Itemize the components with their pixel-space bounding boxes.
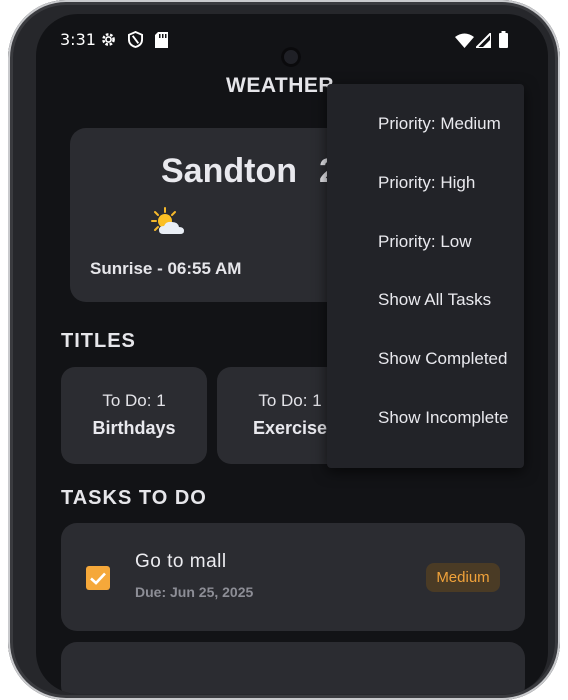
task-card[interactable] (61, 642, 525, 694)
signal-icon (473, 30, 492, 53)
city-name: Sandton (161, 152, 297, 190)
title-card-todo-count: To Do: 1 (102, 391, 166, 410)
tasks-heading: TASKS TO DO (61, 487, 207, 509)
app-screen: 3:31 WEATHER Sandton 2 (36, 14, 548, 694)
filter-dropdown-menu: Priority: Medium Priority: High Priority… (327, 84, 524, 468)
wifi-icon (455, 33, 474, 53)
menu-item-show-completed[interactable]: Show Completed (378, 349, 507, 369)
task-due-date: Due: Jun 25, 2025 (135, 584, 254, 600)
title-card-birthdays[interactable]: To Do: 1 Birthdays (61, 367, 207, 464)
menu-item-priority-high[interactable]: Priority: High (378, 173, 475, 193)
gear-icon (100, 31, 117, 53)
menu-item-priority-medium[interactable]: Priority: Medium (378, 114, 501, 134)
front-camera (281, 47, 301, 67)
task-name: Go to mall (135, 551, 227, 572)
priority-badge: Medium (426, 563, 500, 592)
menu-item-priority-low[interactable]: Priority: Low (378, 232, 472, 252)
title-card-name: Birthdays (92, 418, 176, 438)
sunrise-time: Sunrise - 06:55 AM (90, 259, 242, 278)
sd-card-icon (155, 32, 168, 53)
task-checkbox[interactable] (86, 566, 110, 590)
status-time: 3:31 (60, 30, 96, 49)
titles-heading: TITLES (61, 330, 136, 352)
sun-behind-cloud-icon (151, 207, 185, 242)
phone-frame: 3:31 WEATHER Sandton 2 (8, 0, 560, 700)
shield-icon (128, 30, 143, 53)
battery-icon (499, 31, 508, 53)
checkmark-icon (90, 572, 106, 585)
menu-item-show-all-tasks[interactable]: Show All Tasks (378, 290, 491, 310)
task-card[interactable]: Go to mall Due: Jun 25, 2025 Medium (61, 523, 525, 631)
page-title: WEATHER (226, 74, 335, 97)
menu-item-show-incomplete[interactable]: Show Incomplete (378, 408, 508, 428)
